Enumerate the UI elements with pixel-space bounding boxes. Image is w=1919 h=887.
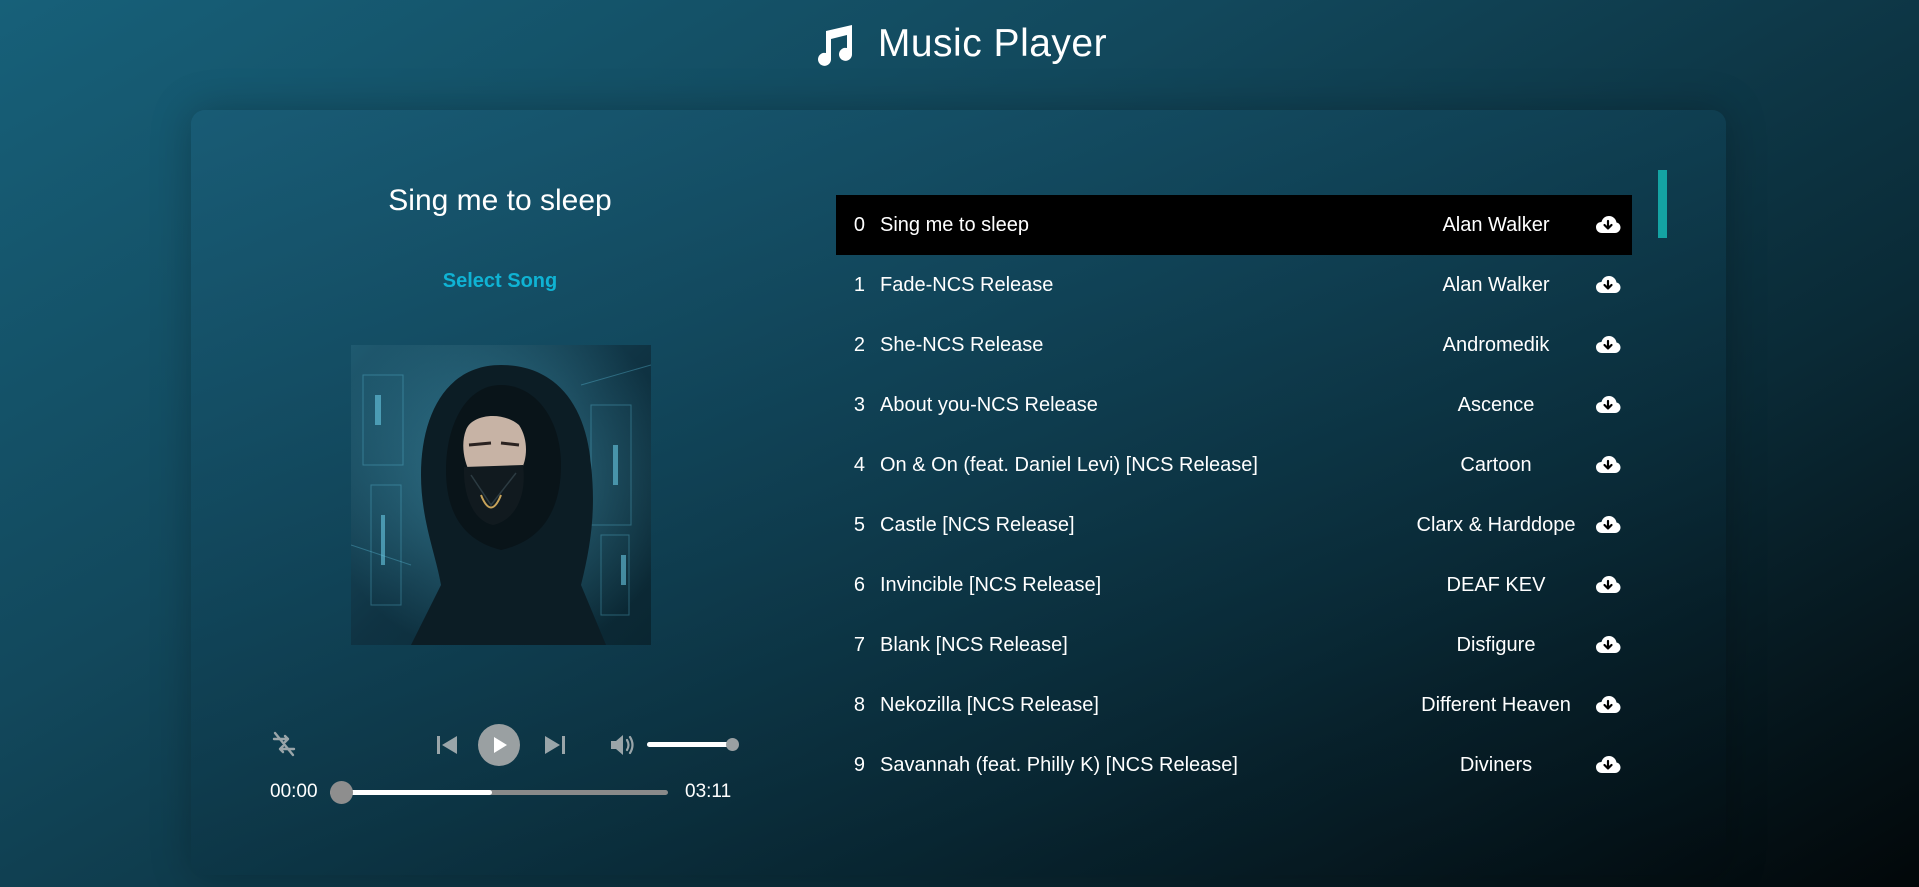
song-title: Savannah (feat. Philly K) [NCS Release] [880,753,1238,776]
play-icon [494,737,507,753]
volume-knob[interactable] [726,738,739,751]
buffered-fill [330,790,493,795]
cloud-download-icon [1596,576,1621,593]
cloud-download-icon [1596,396,1621,413]
playlist-row[interactable]: 0 Sing me to sleep Alan Walker [836,195,1632,255]
volume-icon [611,735,634,755]
download-button[interactable] [1594,211,1622,239]
song-title: On & On (feat. Daniel Levi) [NCS Release… [880,453,1258,476]
download-button[interactable] [1594,511,1622,539]
download-button[interactable] [1594,331,1622,359]
song-artist: Disfigure [1456,633,1536,656]
song-artist: Alan Walker [1442,213,1550,236]
song-index: 8 [853,693,865,716]
select-song-button[interactable]: Select Song [400,270,600,293]
song-index: 5 [853,513,865,536]
playlist-row[interactable]: 4 On & On (feat. Daniel Levi) [NCS Releas… [836,435,1632,495]
volume-fill [647,742,733,747]
song-title: Castle [NCS Release] [880,513,1075,536]
song-artist: Cartoon [1460,453,1532,476]
music-note-icon [817,25,852,66]
app-title: Music Player [877,22,1108,65]
seek-bar[interactable] [330,780,668,804]
download-button[interactable] [1594,451,1622,479]
play-button[interactable] [478,724,520,766]
next-button[interactable] [540,730,570,760]
total-time: 03:11 [685,781,732,802]
playlist-row[interactable]: 1 Fade-NCS Release Alan Walker [836,255,1632,315]
song-index: 3 [853,393,865,416]
volume-slider[interactable] [647,734,739,754]
song-index: 1 [853,273,865,296]
song-title: About you-NCS Release [880,393,1098,416]
now-playing-title: Sing me to sleep [388,184,612,217]
cloud-download-icon [1596,276,1621,293]
cloud-download-icon [1596,516,1621,533]
playlist-row[interactable]: 3 About you-NCS Release Ascence [836,375,1632,435]
previous-button[interactable] [432,730,462,760]
song-title: Fade-NCS Release [880,273,1054,296]
download-button[interactable] [1594,391,1622,419]
cloud-download-icon [1596,636,1621,653]
album-art-image [351,345,651,645]
playlist-row[interactable]: 8 Nekozilla [NCS Release] Different Heaven [836,675,1632,735]
app-header: Music Player [0,22,1919,66]
playlist-row[interactable]: 2 She-NCS Release Andromedik [836,315,1632,375]
seek-knob[interactable] [330,781,353,804]
song-index: 4 [853,453,865,476]
cloud-download-icon [1596,756,1621,773]
download-button[interactable] [1594,571,1622,599]
shuffle-off-icon [272,731,296,757]
song-artist: Alan Walker [1442,273,1550,296]
song-title: She-NCS Release [880,333,1044,356]
download-button[interactable] [1594,271,1622,299]
cloud-download-icon [1596,696,1621,713]
song-artist: Ascence [1457,393,1535,416]
progress-row: 00:00 03:11 [260,775,760,809]
album-cover [351,345,651,645]
song-index: 7 [853,633,865,656]
cloud-download-icon [1596,216,1621,233]
current-time: 00:00 [270,781,318,802]
playlist-scrollbar-thumb[interactable] [1658,170,1667,238]
playlist-row[interactable]: 5 Castle [NCS Release] Clarx & Harddope [836,495,1632,555]
song-artist: Different Heaven [1421,693,1571,716]
next-icon [545,736,565,754]
playlist-row[interactable]: 6 Invincible [NCS Release] DEAF KEV [836,555,1632,615]
download-button[interactable] [1594,631,1622,659]
player-controls [260,720,760,770]
previous-icon [437,736,457,754]
song-title: Blank [NCS Release] [880,633,1068,656]
song-title: Sing me to sleep [880,213,1029,236]
playlist: 0 Sing me to sleep Alan Walker 1 Fade-NCS Re… [836,195,1632,795]
volume-button[interactable] [608,730,638,760]
song-artist: Andromedik [1442,333,1550,356]
cloud-download-icon [1596,456,1621,473]
shuffle-button[interactable] [268,728,300,760]
song-index: 0 [853,213,865,236]
song-artist: Diviners [1459,753,1533,776]
song-artist: DEAF KEV [1446,573,1546,596]
playlist-row[interactable]: 9 Savannah (feat. Philly K) [NCS Release]… [836,735,1632,795]
song-title: Invincible [NCS Release] [880,573,1102,596]
song-artist: Clarx & Harddope [1416,513,1576,536]
cloud-download-icon [1596,336,1621,353]
song-title: Nekozilla [NCS Release] [880,693,1099,716]
download-button[interactable] [1594,691,1622,719]
song-index: 6 [853,573,865,596]
song-index: 2 [853,333,865,356]
song-index: 9 [853,753,865,776]
playlist-row[interactable]: 7 Blank [NCS Release] Disfigure [836,615,1632,675]
download-button[interactable] [1594,751,1622,779]
